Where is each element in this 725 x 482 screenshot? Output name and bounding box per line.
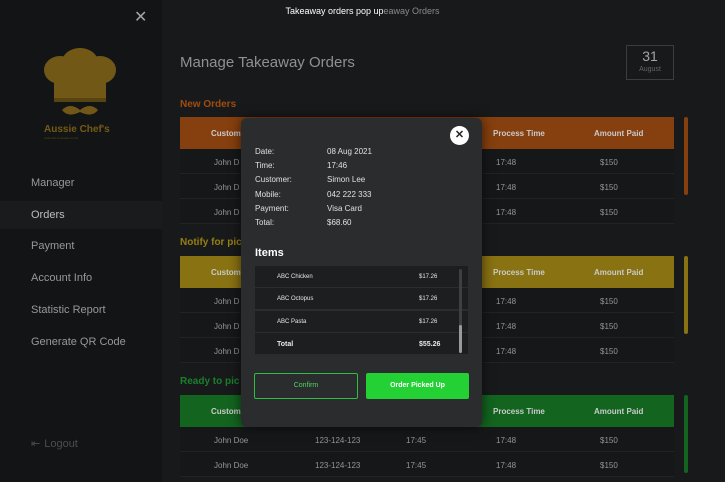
info-value: 042 222 333	[327, 190, 372, 199]
items-total-row: Total $55.26	[255, 333, 468, 355]
item-price: $17.26	[419, 296, 438, 302]
items-title: Items	[255, 247, 284, 259]
list-item: ABC Octopus $17.26	[255, 288, 468, 310]
total-price: $55.26	[419, 341, 441, 348]
info-value: $68.60	[327, 218, 352, 227]
list-item: ABC Chicken $17.26	[255, 266, 468, 288]
window-title-bar: Takeaway orders pop upeaway Orders	[0, 0, 725, 22]
info-label: Payment:	[255, 204, 289, 213]
item-name: ABC Octopus	[277, 296, 314, 302]
order-detail-modal: ✕ Date: 08 Aug 2021 Time: 17:46 Customer: S…	[241, 118, 482, 427]
order-picked-up-button[interactable]: Order Picked Up	[366, 373, 469, 399]
items-list[interactable]: ABC Chicken $17.26 ABC Octopus $17.26 ABC …	[255, 266, 468, 355]
item-price: $17.26	[419, 274, 438, 280]
info-label: Mobile:	[255, 190, 281, 199]
confirm-button[interactable]: Confirm	[254, 373, 358, 399]
window-title: Takeaway orders pop up	[285, 6, 384, 16]
info-value: 17:46	[327, 161, 348, 170]
info-label: Time:	[255, 161, 275, 170]
info-value: Simon Lee	[327, 175, 366, 184]
item-price: $17.26	[419, 319, 438, 325]
info-label: Customer:	[255, 175, 292, 184]
window-subtitle: eaway Orders	[383, 6, 440, 16]
item-name: ABC Chicken	[277, 274, 313, 280]
info-label: Date:	[255, 147, 275, 156]
info-value: Visa Card	[327, 204, 362, 213]
items-scrollbar-thumb[interactable]	[459, 325, 462, 353]
total-label: Total	[277, 341, 294, 348]
close-icon[interactable]: ✕	[450, 126, 469, 145]
item-name: ABC Pasta	[277, 319, 307, 325]
info-value: 08 Aug 2021	[327, 147, 372, 156]
list-item: ABC Pasta $17.26	[255, 311, 468, 333]
info-label: Total:	[255, 218, 275, 227]
items-scrollbar[interactable]	[459, 269, 462, 353]
